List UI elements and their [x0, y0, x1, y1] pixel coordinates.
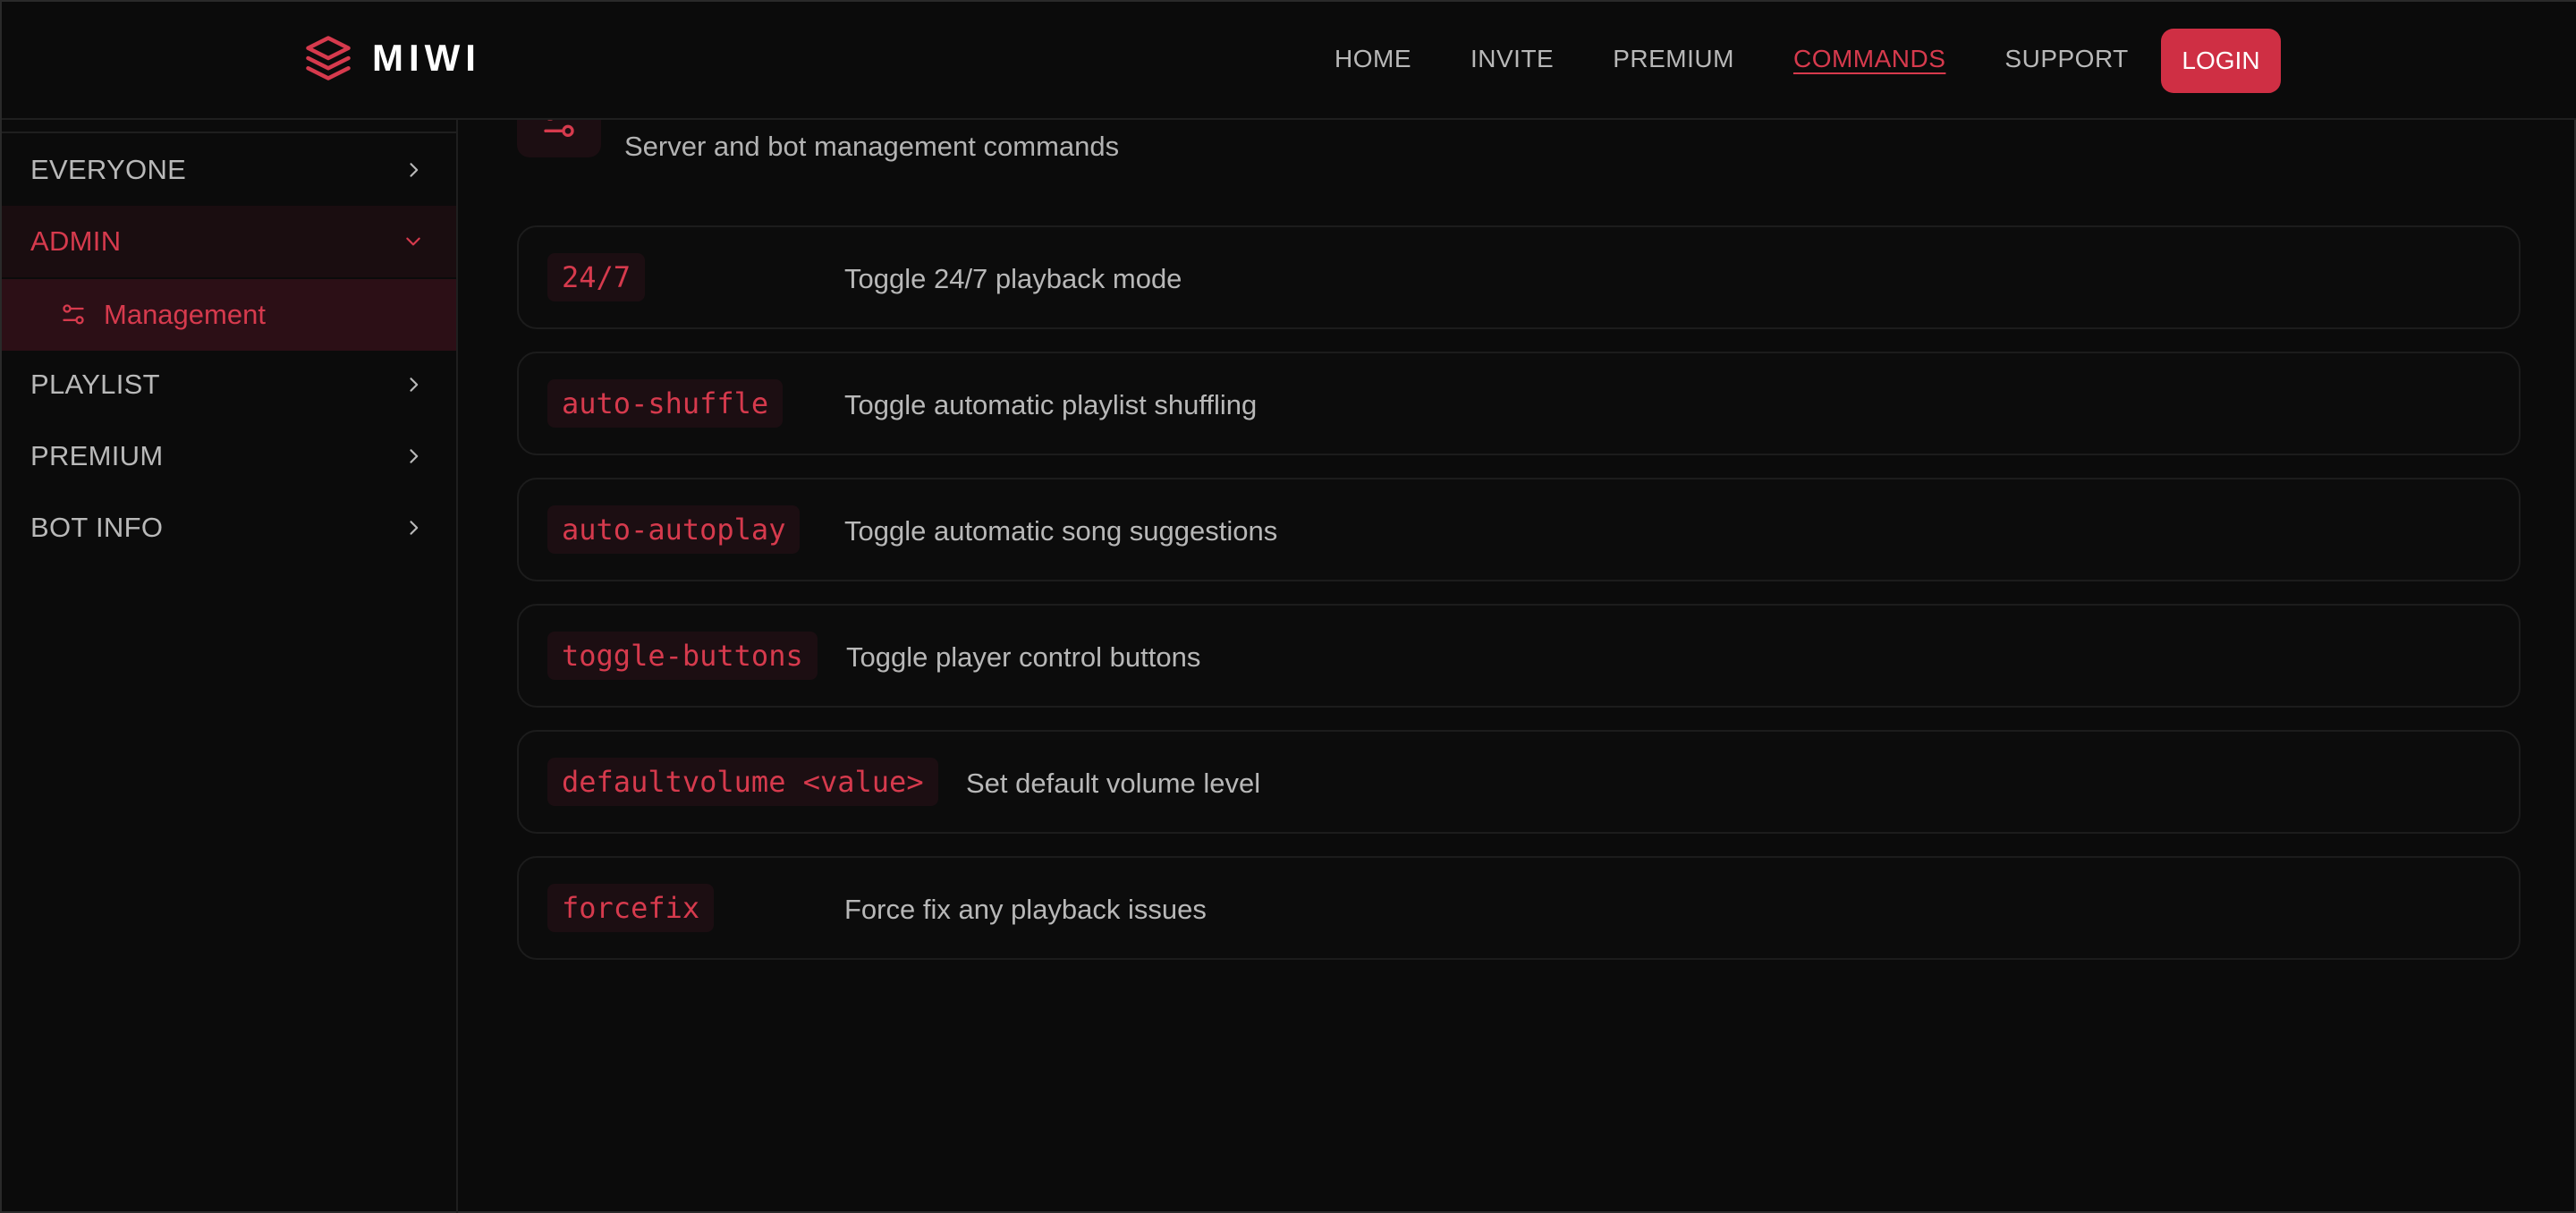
sidebar-divider: [2, 131, 456, 133]
command-card: 24/7 Toggle 24/7 playback mode: [517, 225, 2521, 329]
brand-logo[interactable]: MIWI: [304, 34, 481, 82]
chevron-right-icon: [410, 521, 419, 535]
command-card: toggle-buttons Toggle player control but…: [517, 604, 2521, 708]
command-name: auto-shuffle: [547, 379, 784, 428]
command-name: auto-autoplay: [547, 505, 801, 554]
sidebar-item-label: PLAYLIST: [30, 369, 160, 400]
sidebar-item-admin[interactable]: ADMIN: [2, 206, 456, 277]
login-button[interactable]: LOGIN: [2161, 29, 2281, 93]
sliders-icon: [63, 304, 84, 325]
sidebar-item-label: BOT INFO: [30, 512, 164, 543]
command-name: 24/7: [547, 253, 646, 301]
nav-home-link[interactable]: HOME: [1335, 45, 1411, 73]
command-name: defaultvolume <value>: [547, 758, 938, 806]
command-card: forcefix Force fix any playback issues: [517, 856, 2521, 960]
command-card: defaultvolume <value> Set default volume…: [517, 730, 2521, 834]
sidebar-subitem-management[interactable]: Management: [2, 279, 456, 351]
layers-icon: [306, 36, 351, 81]
command-description: Toggle automatic playlist shuffling: [844, 389, 1258, 420]
chevron-right-icon: [410, 163, 419, 177]
sidebar-item-label: EVERYONE: [30, 154, 187, 185]
chevron-right-icon: [410, 377, 419, 392]
command-name: toggle-buttons: [547, 632, 818, 680]
chevron-down-icon: [406, 237, 420, 246]
command-description: Set default volume level: [966, 768, 1261, 799]
sidebar-item-everyone[interactable]: EVERYONE: [2, 134, 456, 206]
nav-premium-link[interactable]: PREMIUM: [1613, 45, 1734, 73]
sidebar-item-premium[interactable]: PREMIUM: [2, 420, 456, 492]
section-description: Server and bot management commands: [624, 131, 1120, 162]
command-name: forcefix: [547, 884, 715, 932]
nav-commands-link[interactable]: COMMANDS: [1793, 45, 1945, 73]
sidebar-item-bot-info[interactable]: BOT INFO: [2, 492, 456, 564]
chevron-right-icon: [410, 449, 419, 463]
main-nav: HOME INVITE PREMIUM COMMANDS SUPPORT: [1335, 45, 2188, 73]
command-description: Toggle player control buttons: [846, 641, 1201, 673]
sidebar-item-label: ADMIN: [30, 225, 122, 257]
sidebar-subitem-label: Management: [104, 299, 266, 330]
command-description: Toggle automatic song suggestions: [844, 515, 1278, 547]
top-navbar: MIWI HOME INVITE PREMIUM COMMANDS SUPPOR…: [2, 2, 2576, 120]
command-card: auto-autoplay Toggle automatic song sugg…: [517, 478, 2521, 581]
nav-invite-link[interactable]: INVITE: [1470, 45, 1554, 73]
sidebar-item-playlist[interactable]: PLAYLIST: [2, 349, 456, 420]
command-description: Force fix any playback issues: [844, 894, 1207, 925]
command-card: auto-shuffle Toggle automatic playlist s…: [517, 352, 2521, 455]
brand-name: MIWI: [372, 37, 481, 79]
nav-support-link[interactable]: SUPPORT: [2004, 45, 2128, 73]
sidebar-item-label: PREMIUM: [30, 440, 164, 471]
commands-sidebar: EVERYONE ADMIN Management PLAYLIST PREMI…: [2, 120, 458, 1213]
command-description: Toggle 24/7 playback mode: [844, 263, 1182, 294]
